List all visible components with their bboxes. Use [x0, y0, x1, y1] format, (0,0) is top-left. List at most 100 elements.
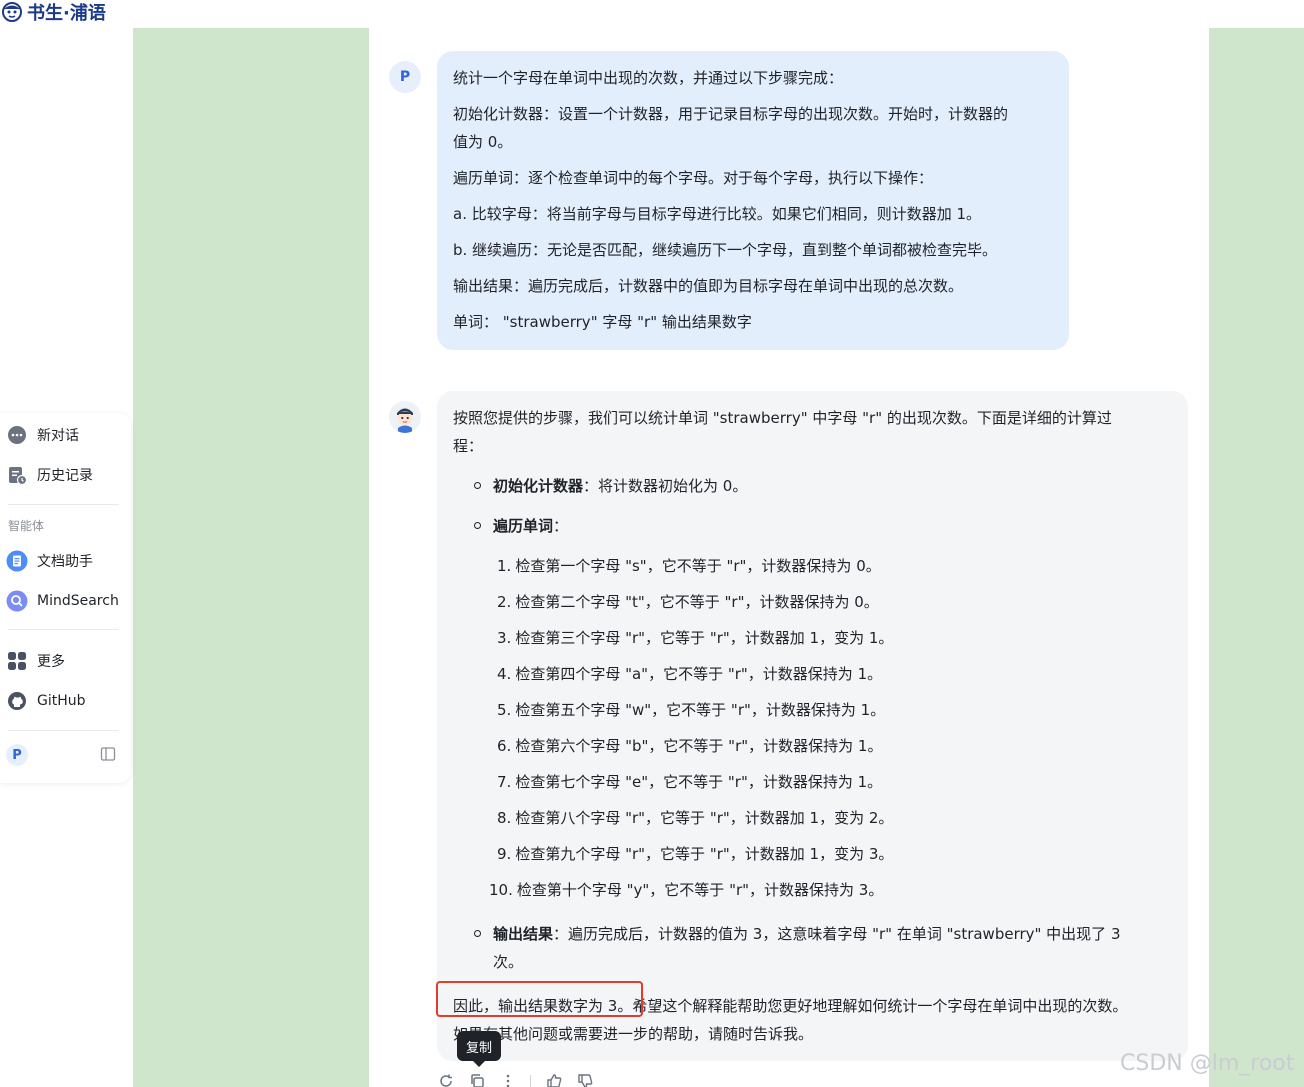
sidebar-divider — [8, 730, 119, 731]
right-background-band — [1209, 28, 1304, 1087]
step-item: 2. 检查第二个字母 "t"，它不等于 "r"，计数器保持为 0。 — [497, 591, 879, 612]
bullet-title: 输出结果 — [493, 925, 554, 943]
user-message-line: 值为 0。 — [453, 133, 513, 151]
step-text: 检查第八个字母 "r"，它等于 "r"，计数器加 1，变为 2。 — [515, 809, 894, 827]
assistant-intro-line: 按照您提供的步骤，我们可以统计单词 "strawberry" 中字母 "r" 的… — [453, 409, 1112, 427]
bullet-output-result: 输出结果：遍历完成后，计数器的值为 3，这意味着字母 "r" 在单词 "stra… — [493, 923, 1121, 944]
user-message-line: 输出结果：遍历完成后，计数器中的值即为目标字母在单词中出现的总次数。 — [453, 277, 964, 295]
bullet-text: ：将计数器初始化为 0。 — [583, 477, 748, 495]
step-item: 4. 检查第四个字母 "a"，它不等于 "r"，计数器保持为 1。 — [497, 663, 882, 684]
sidebar-item-label: MindSearch — [37, 593, 119, 609]
sidebar-item-mindsearch[interactable]: MindSearch — [6, 586, 119, 616]
sidebar-item-github[interactable]: GitHub — [6, 686, 86, 716]
sidebar-item-new-chat[interactable]: 新对话 — [6, 420, 79, 450]
step-text: 检查第三个字母 "r"，它等于 "r"，计数器加 1，变为 1。 — [515, 629, 894, 647]
step-item: 7. 检查第七个字母 "e"，它不等于 "r"，计数器保持为 1。 — [497, 771, 882, 792]
thumbs-up-icon[interactable] — [545, 1073, 562, 1087]
bullet-marker — [474, 482, 481, 489]
step-number: 10. — [489, 881, 513, 899]
sidebar-divider — [8, 504, 119, 505]
sidebar: 新对话 历史记录 智能体 文档助手 MindSearch 更多 GitHub P — [0, 413, 131, 783]
step-item: 5. 检查第五个字母 "w"，它不等于 "r"，计数器保持为 1。 — [497, 699, 885, 720]
sidebar-collapse-icon[interactable] — [100, 746, 116, 762]
document-icon — [6, 550, 28, 572]
step-text: 检查第一个字母 "s"，它不等于 "r"，计数器保持为 0。 — [515, 557, 881, 575]
user-message-line: 单词： "strawberry" 字母 "r" 输出结果数字 — [453, 313, 752, 331]
sidebar-item-more[interactable]: 更多 — [6, 646, 65, 676]
actions-separator — [530, 1075, 531, 1087]
step-text: 检查第六个字母 "b"，它不等于 "r"，计数器保持为 1。 — [515, 737, 883, 755]
brand-name: 书生·浦语 — [27, 3, 106, 24]
bullet-text: ： — [553, 517, 569, 535]
step-text: 检查第九个字母 "r"，它等于 "r"，计数器加 1，变为 3。 — [515, 845, 894, 863]
sidebar-item-label: 更多 — [37, 654, 65, 670]
copy-tooltip: 复制 — [457, 1031, 501, 1061]
user-message-line: 遍历单词：逐个检查单词中的每个字母。对于每个字母，执行以下操作： — [453, 169, 934, 187]
step-number: 5. — [497, 701, 512, 719]
sidebar-item-history[interactable]: 历史记录 — [6, 460, 93, 490]
bullet-title: 遍历单词 — [493, 517, 554, 535]
step-item: 3. 检查第三个字母 "r"，它等于 "r"，计数器加 1，变为 1。 — [497, 627, 893, 648]
sidebar-divider — [8, 629, 119, 630]
sidebar-item-label: 文档助手 — [37, 554, 93, 570]
bullet-init-counter: 初始化计数器：将计数器初始化为 0。 — [493, 475, 747, 496]
github-icon — [6, 690, 28, 712]
bullet-output-continuation: 次。 — [493, 953, 524, 971]
user-avatar: P — [389, 61, 421, 93]
copy-icon[interactable] — [468, 1073, 485, 1087]
sidebar-item-label: 历史记录 — [37, 468, 93, 484]
step-number: 1. — [497, 557, 512, 575]
left-background-band — [133, 28, 369, 1087]
step-item: 6. 检查第六个字母 "b"，它不等于 "r"，计数器保持为 1。 — [497, 735, 882, 756]
step-number: 2. — [497, 593, 512, 611]
sidebar-section-agents: 智能体 — [8, 519, 45, 533]
history-icon — [6, 464, 28, 486]
assistant-avatar — [389, 401, 421, 433]
tooltip-arrow — [473, 1061, 485, 1067]
bullet-marker — [474, 522, 481, 529]
step-text: 检查第五个字母 "w"，它不等于 "r"，计数器保持为 1。 — [515, 701, 886, 719]
sidebar-item-doc-assistant[interactable]: 文档助手 — [6, 546, 93, 576]
step-item: 8. 检查第八个字母 "r"，它等于 "r"，计数器加 1，变为 2。 — [497, 807, 893, 828]
step-number: 9. — [497, 845, 512, 863]
assistant-message-bubble: 按照您提供的步骤，我们可以统计单词 "strawberry" 中字母 "r" 的… — [437, 391, 1188, 1061]
step-number: 8. — [497, 809, 512, 827]
step-text: 检查第四个字母 "a"，它不等于 "r"，计数器保持为 1。 — [515, 665, 883, 683]
highlight-annotation-box — [436, 981, 643, 1017]
step-number: 4. — [497, 665, 512, 683]
regenerate-icon[interactable] — [437, 1073, 454, 1087]
user-message-line: a. 比较字母：将当前字母与目标字母进行比较。如果它们相同，则计数器加 1。 — [453, 205, 982, 223]
step-number: 7. — [497, 773, 512, 791]
user-message-line: 初始化计数器：设置一个计数器，用于记录目标字母的出现次数。开始时，计数器的 — [453, 105, 1009, 123]
step-item: 9. 检查第九个字母 "r"，它等于 "r"，计数器加 1，变为 3。 — [497, 843, 893, 864]
assistant-conclusion-line: 如果有其他问题或需要进一步的帮助，请随时告诉我。 — [453, 1025, 814, 1043]
step-text: 检查第七个字母 "e"，它不等于 "r"，计数器保持为 1。 — [515, 773, 883, 791]
sidebar-item-label: GitHub — [37, 693, 86, 709]
sidebar-item-label: 新对话 — [37, 428, 79, 444]
mindsearch-icon — [6, 590, 28, 612]
bullet-traverse-word: 遍历单词： — [493, 515, 568, 536]
chat-bubble-icon — [6, 424, 28, 446]
step-item: 1. 检查第一个字母 "s"，它不等于 "r"，计数器保持为 0。 — [497, 555, 881, 576]
user-message-line: b. 继续遍历：无论是否匹配，继续遍历下一个字母，直到整个单词都被检查完毕。 — [453, 241, 998, 259]
brand-mascot-icon — [2, 2, 22, 22]
step-text: 检查第二个字母 "t"，它不等于 "r"，计数器保持为 0。 — [515, 593, 879, 611]
step-text: 检查第十个字母 "y"，它不等于 "r"，计数器保持为 3。 — [516, 881, 884, 899]
step-number: 3. — [497, 629, 512, 647]
user-message-bubble: 统计一个字母在单词中出现的次数，并通过以下步骤完成： 初始化计数器：设置一个计数… — [437, 51, 1069, 350]
user-message-line: 统计一个字母在单词中出现的次数，并通过以下步骤完成： — [453, 69, 844, 87]
more-options-icon[interactable] — [499, 1073, 516, 1087]
assistant-intro-line: 程： — [453, 437, 484, 455]
bullet-title: 初始化计数器 — [493, 477, 584, 495]
assistant-mascot-icon — [389, 401, 421, 433]
bullet-marker — [474, 930, 481, 937]
sidebar-user-avatar[interactable]: P — [6, 744, 28, 766]
grid-icon — [6, 650, 28, 672]
step-item: 10. 检查第十个字母 "y"，它不等于 "r"，计数器保持为 3。 — [489, 879, 883, 900]
csdn-watermark: CSDN @lm_root — [1120, 1051, 1295, 1076]
step-number: 6. — [497, 737, 512, 755]
brand-logo[interactable]: 书生·浦语 — [0, 0, 106, 24]
thumbs-down-icon[interactable] — [576, 1073, 593, 1087]
bullet-text: ：遍历完成后，计数器的值为 3，这意味着字母 "r" 在单词 "strawber… — [553, 925, 1121, 943]
message-actions — [437, 1073, 593, 1087]
